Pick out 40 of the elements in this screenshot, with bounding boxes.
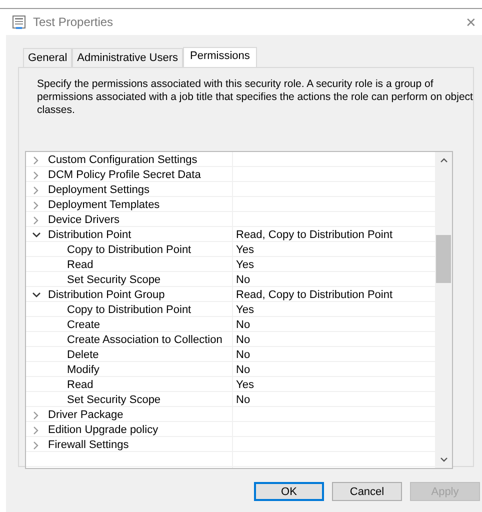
permission-name: Copy to Distribution Point — [66, 243, 192, 257]
permission-value: No — [236, 274, 250, 286]
permission-name: Copy to Distribution Point — [66, 303, 192, 317]
close-button[interactable]: ✕ — [460, 14, 482, 30]
permission-value: Yes — [236, 379, 254, 391]
permission-value: No — [236, 349, 250, 361]
permission-value: No — [236, 364, 250, 376]
permission-name: Custom Configuration Settings — [47, 153, 198, 167]
permission-value: Yes — [236, 259, 254, 271]
permission-name: Driver Package — [47, 408, 124, 422]
permission-name: Create — [66, 318, 102, 332]
permission-name: Create Association to Collection — [66, 333, 224, 347]
permission-value: No — [236, 394, 250, 406]
permission-name: DCM Policy Profile Secret Data — [47, 168, 202, 182]
description-text: Specify the permissions associated with this security role. A security role is a group of permissions associated with a job title that specifies the actions the role can perform on object classes. — [37, 78, 473, 117]
permission-value: No — [236, 319, 250, 331]
permission-name: Device Drivers — [47, 213, 121, 227]
permission-name: Delete — [66, 348, 100, 362]
permission-name: Read — [66, 378, 94, 392]
permission-name: Read — [66, 258, 94, 272]
permission-name: Firewall Settings — [47, 438, 130, 452]
permission-value: Read, Copy to Distribution Point — [236, 229, 393, 241]
permission-name: Edition Upgrade policy — [47, 423, 160, 437]
dialog-button[interactable]: OK — [254, 482, 324, 501]
permission-name: Modify — [66, 363, 100, 377]
permission-name: Set Security Scope — [66, 393, 162, 407]
permission-value: Yes — [236, 304, 254, 316]
window-title: Test Properties — [33, 15, 114, 29]
permission-name: Distribution Point Group — [47, 288, 166, 302]
dialog-button[interactable]: Cancel — [332, 482, 402, 501]
permission-value: Yes — [236, 244, 254, 256]
permission-name: Distribution Point — [47, 228, 132, 242]
permission-name: Deployment Templates — [47, 198, 161, 212]
permission-name: Deployment Settings — [47, 183, 150, 197]
tab[interactable]: Administrative Users — [72, 48, 183, 67]
permission-value: No — [236, 334, 250, 346]
tab[interactable]: General — [23, 48, 72, 67]
permission-value: Read, Copy to Distribution Point — [236, 289, 393, 301]
permission-name: Set Security Scope — [66, 273, 162, 287]
tab[interactable]: Permissions — [183, 47, 257, 67]
